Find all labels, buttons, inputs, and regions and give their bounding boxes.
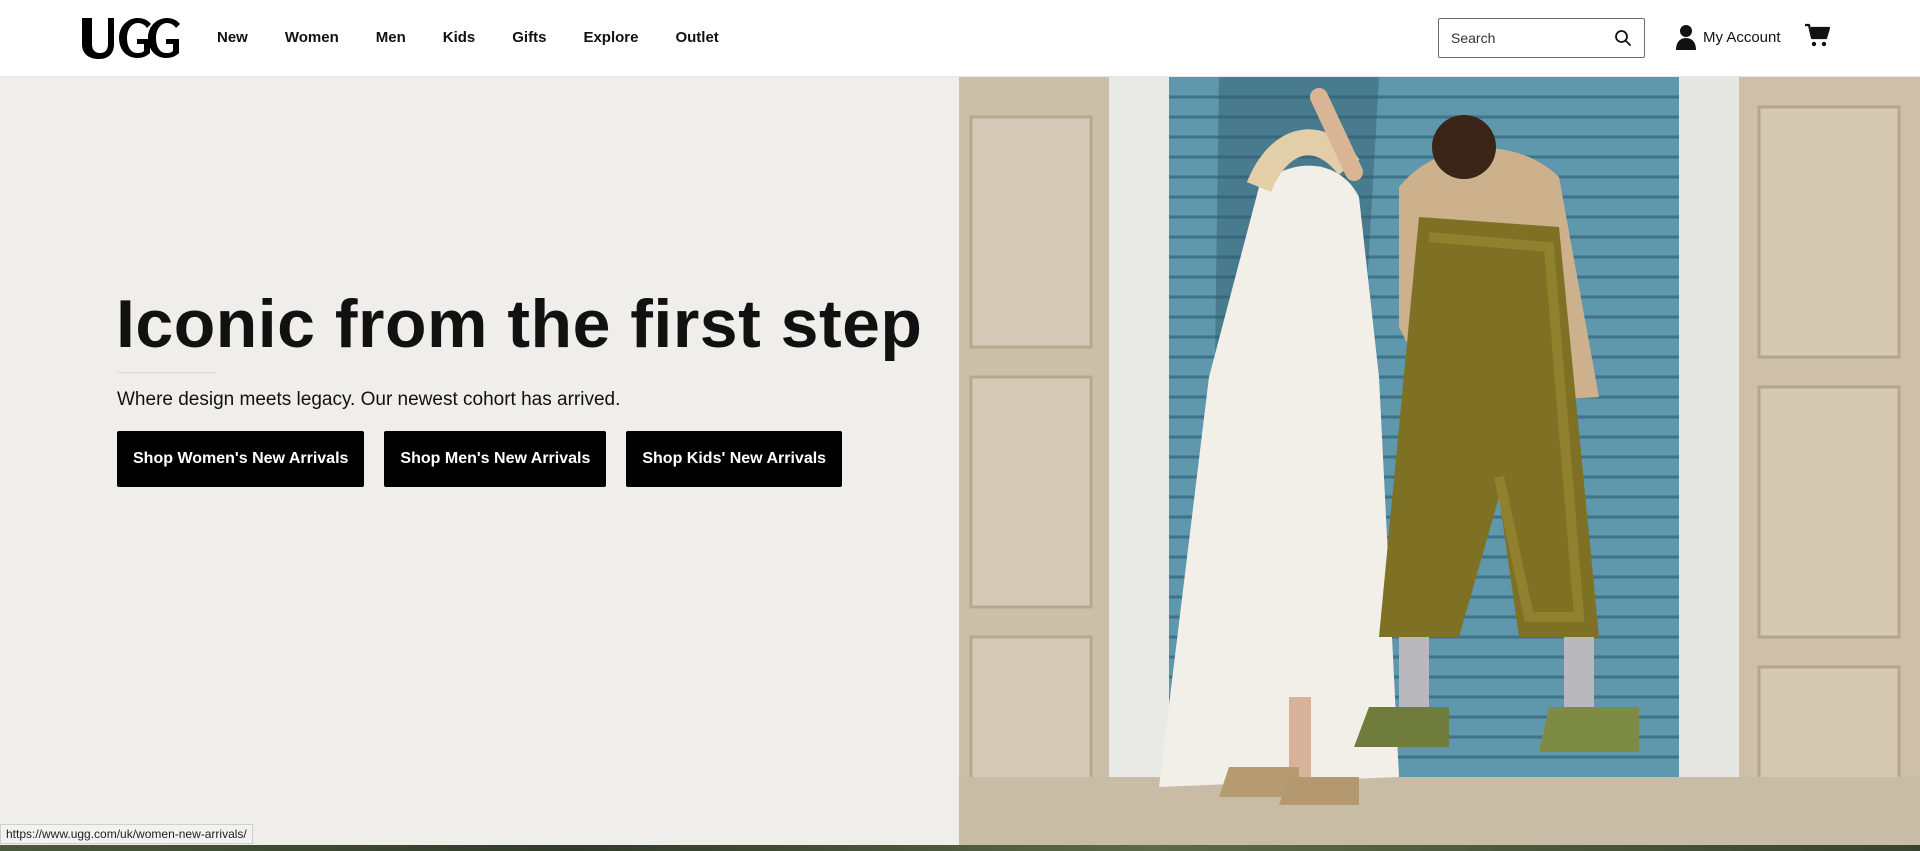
next-section-peek [0, 845, 1920, 851]
search-input[interactable] [1451, 28, 1601, 48]
shop-men-new-arrivals-button[interactable]: Shop Men's New Arrivals [384, 431, 607, 487]
hero-headline: Iconic from the first step [116, 286, 923, 362]
hero-image[interactable] [959, 77, 1920, 845]
nav-item-kids[interactable]: Kids [443, 29, 476, 46]
nav-item-men[interactable]: Men [376, 29, 406, 46]
hero-subtext: Where design meets legacy. Our newest co… [117, 389, 621, 410]
user-icon [1676, 25, 1696, 50]
nav-item-new[interactable]: New [217, 29, 248, 46]
shop-kids-new-arrivals-button[interactable]: Shop Kids' New Arrivals [626, 431, 843, 487]
my-account-link[interactable]: My Account [1675, 24, 1781, 50]
ugg-logo[interactable] [80, 14, 186, 62]
nav-item-outlet[interactable]: Outlet [675, 29, 718, 46]
site-header: New Women Men Kids Gifts Explore Outlet … [0, 0, 1920, 77]
my-account-label: My Account [1703, 28, 1781, 46]
shop-women-new-arrivals-button[interactable]: Shop Women's New Arrivals [117, 431, 365, 487]
main-nav: New Women Men Kids Gifts Explore Outlet [217, 0, 756, 74]
status-bar-url: https://www.ugg.com/uk/women-new-arrival… [0, 824, 253, 844]
search-box [1438, 18, 1645, 58]
hero-cta-group: Shop Women's New Arrivals Shop Men's New… [117, 431, 862, 487]
nav-item-women[interactable]: Women [285, 29, 339, 46]
search-icon[interactable] [1614, 29, 1632, 47]
cart-icon[interactable] [1804, 22, 1830, 48]
nav-item-explore[interactable]: Explore [583, 29, 638, 46]
nav-item-gifts[interactable]: Gifts [512, 29, 546, 46]
hero-photo-illustration [959, 77, 1920, 845]
hero-divider [118, 372, 216, 373]
ugg-logo-mark [82, 18, 180, 59]
